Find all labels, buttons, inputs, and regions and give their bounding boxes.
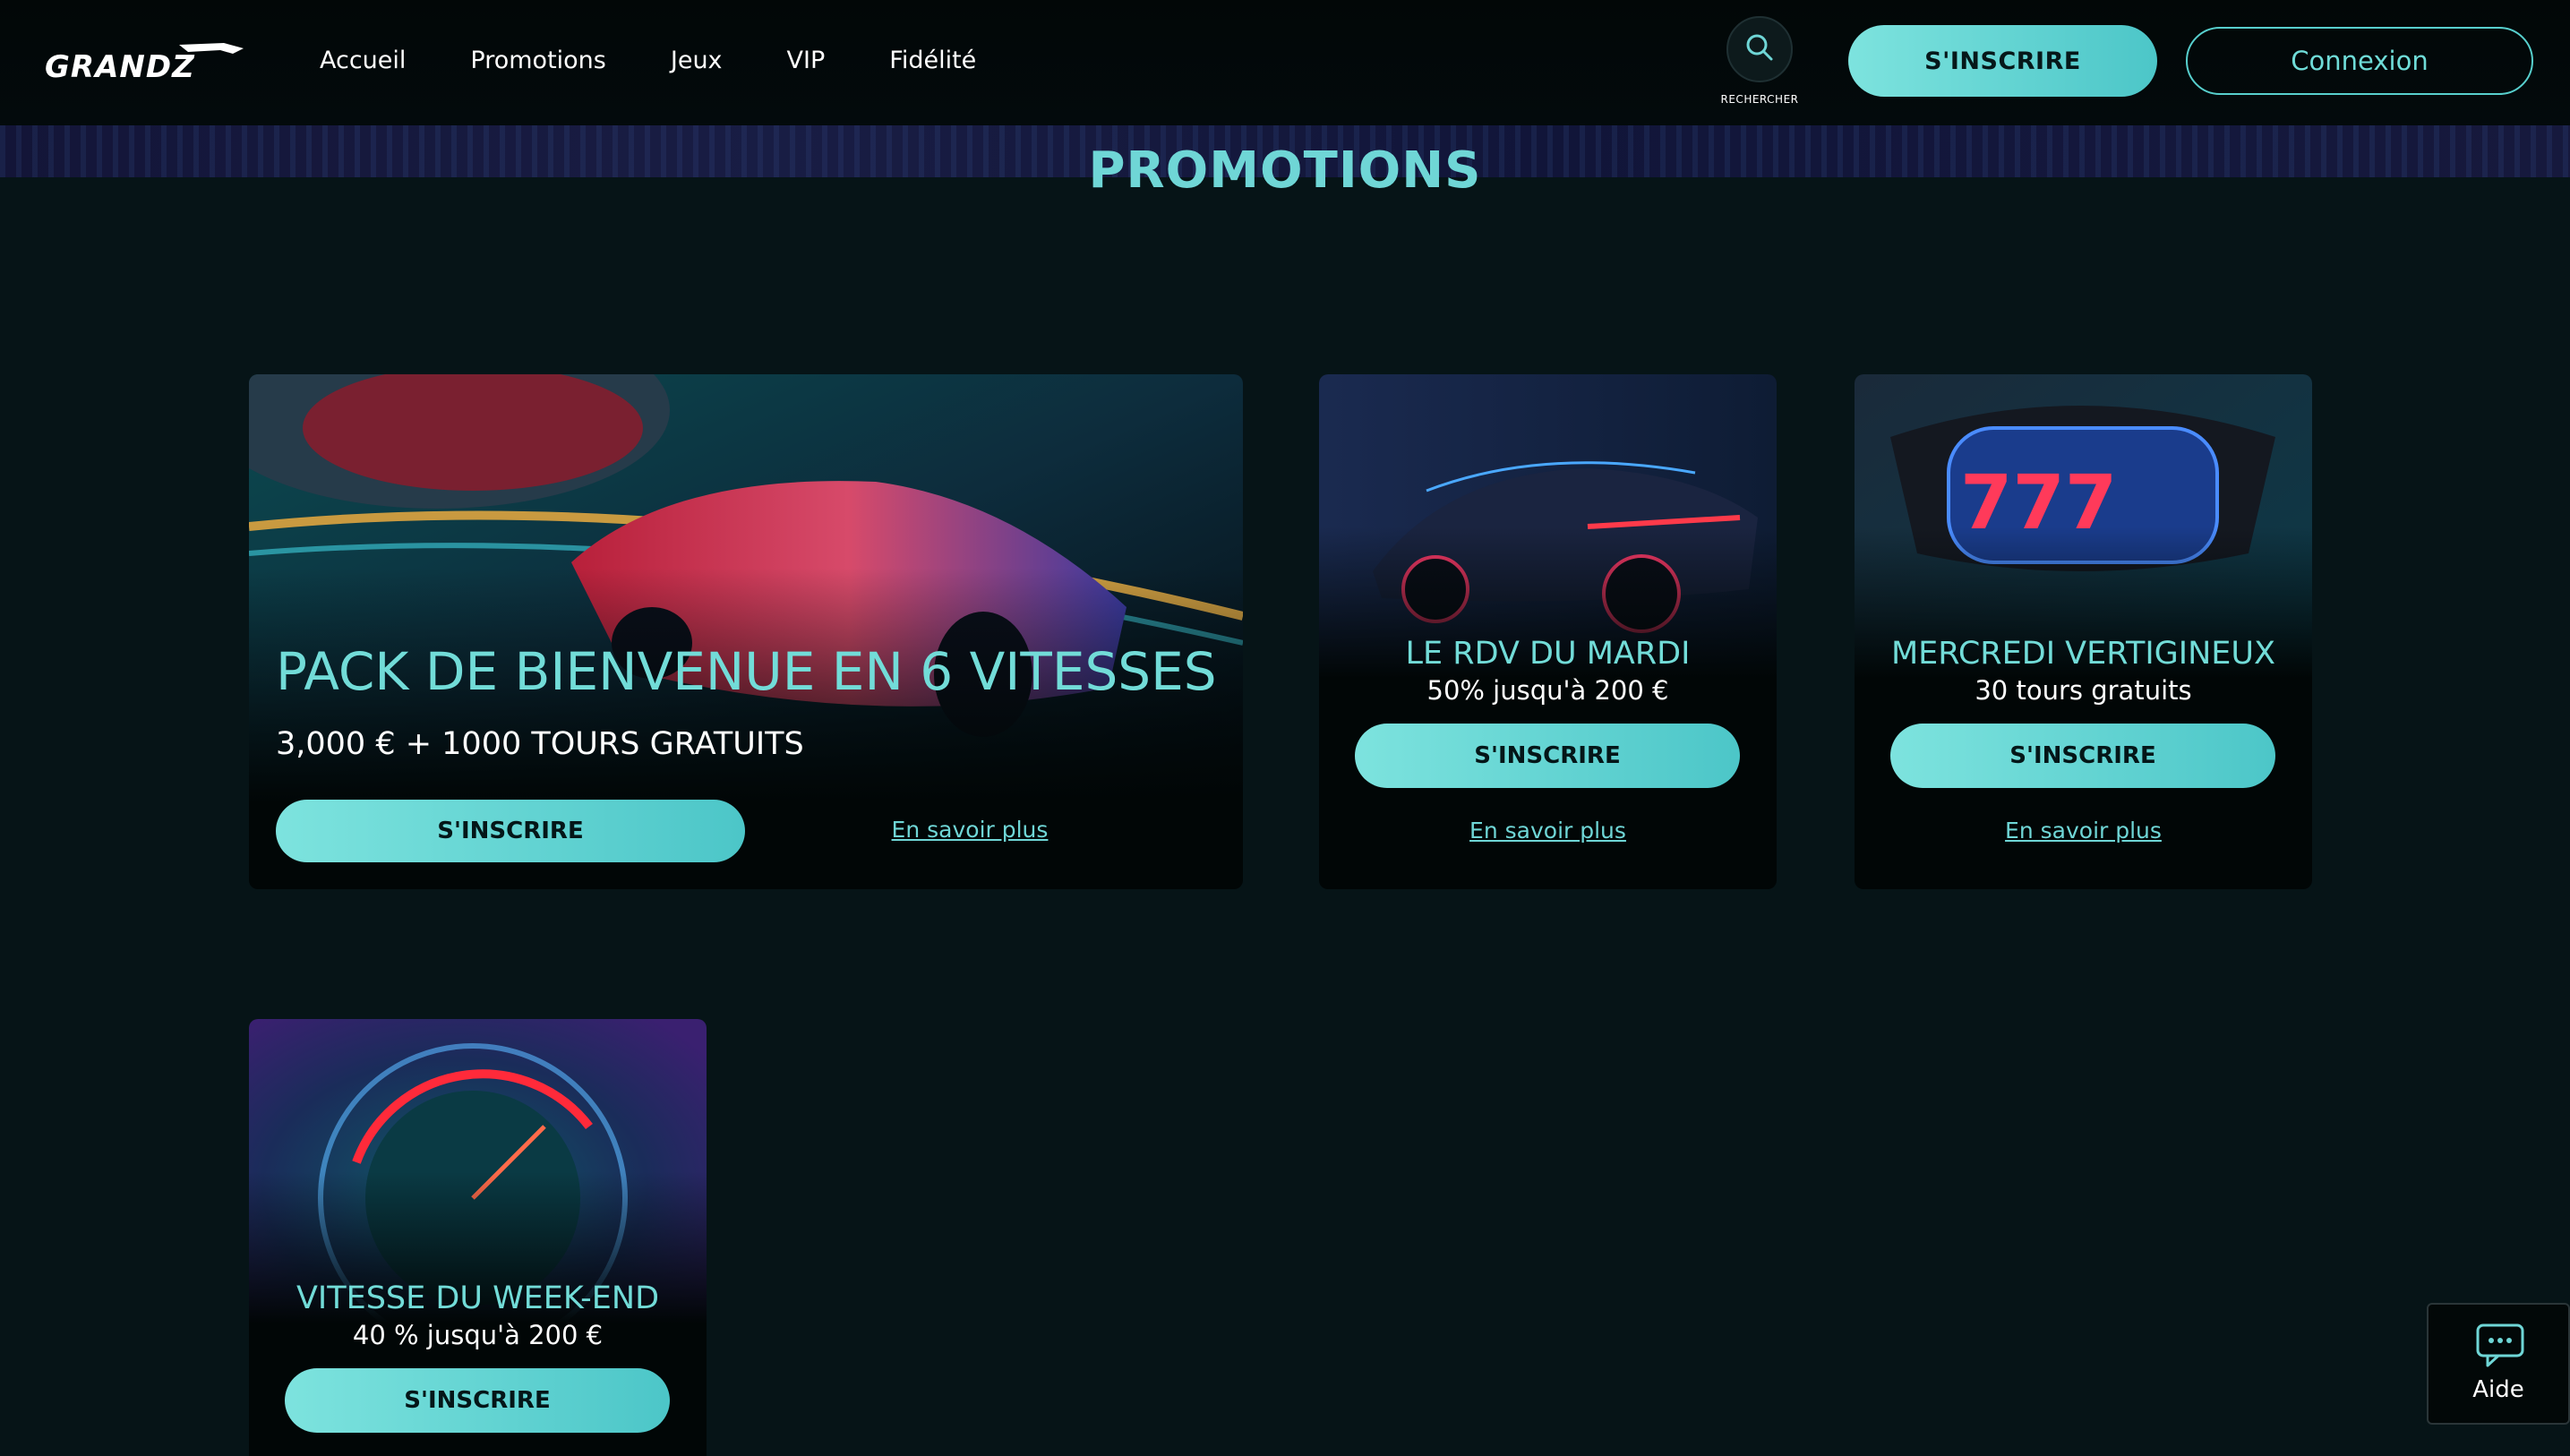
promo-title: LE RDV DU MARDI [1405, 636, 1691, 672]
promo-learn-more-link[interactable]: En savoir plus [1855, 818, 2312, 844]
promo-signup-button[interactable]: S'INSCRIRE [1355, 724, 1740, 788]
nav-accueil[interactable]: Accueil [320, 43, 406, 79]
login-button[interactable]: Connexion [2186, 27, 2533, 95]
svg-text:GRANDZ: GRANDZ [45, 49, 195, 82]
promo-subtitle: 3,000 € + 1000 TOURS GRATUITS [276, 726, 804, 762]
signup-button[interactable]: S'INSCRIRE [1848, 25, 2157, 97]
nav-jeux[interactable]: Jeux [671, 43, 723, 79]
promo-image-supercar [1319, 374, 1777, 679]
promo-signup-button[interactable]: S'INSCRIRE [285, 1368, 670, 1433]
promo-subtitle: 30 tours gratuits [1975, 675, 2192, 706]
promo-card-weekend: VITESSE DU WEEK-END 40 % jusqu'à 200 € S… [249, 1019, 707, 1456]
promo-learn-more-link[interactable]: En savoir plus [840, 817, 1100, 843]
search-button[interactable] [1726, 16, 1793, 82]
promo-card-wednesday: 777 MERCREDI VERTIGINEUX 30 tours gratui… [1855, 374, 2312, 889]
promo-title: MERCREDI VERTIGINEUX [1890, 636, 2276, 672]
promo-subtitle: 40 % jusqu'à 200 € [352, 1320, 604, 1350]
promo-title: PACK DE BIENVENUE EN 6 VITESSES [276, 641, 1217, 702]
page-title: PROMOTIONS [1088, 141, 1482, 200]
help-label: Aide [2472, 1376, 2524, 1403]
nav-fidelite[interactable]: Fidélité [889, 43, 976, 79]
nav-promotions[interactable]: Promotions [470, 43, 605, 79]
nav-vip[interactable]: VIP [787, 43, 826, 79]
promo-card-welcome: PACK DE BIENVENUE EN 6 VITESSES 3,000 € … [249, 374, 1243, 889]
promo-card-tuesday: LE RDV DU MARDI 50% jusqu'à 200 € S'INSC… [1319, 374, 1777, 889]
help-widget[interactable]: Aide [2427, 1303, 2570, 1425]
main-nav: Accueil Promotions Jeux VIP Fidélité [320, 43, 1041, 79]
search-control[interactable]: RECHERCHER [1718, 16, 1802, 106]
top-header: GRANDZ Accueil Promotions Jeux VIP Fidél… [0, 0, 2570, 125]
promo-signup-button[interactable]: S'INSCRIRE [276, 800, 745, 862]
search-label: RECHERCHER [1720, 93, 1799, 106]
promo-image-speedometer [249, 1019, 707, 1353]
grandz-logo[interactable]: GRANDZ [45, 41, 246, 85]
promo-title: VITESSE DU WEEK-END [296, 1280, 660, 1316]
chat-icon [2475, 1323, 2525, 1373]
search-icon [1744, 32, 1775, 66]
promo-learn-more-link[interactable]: En savoir plus [1319, 818, 1777, 844]
promo-subtitle: 50% jusqu'à 200 € [1426, 675, 1669, 706]
promo-signup-button[interactable]: S'INSCRIRE [1890, 724, 2275, 788]
promo-image-slot-777: 777 [1855, 374, 2312, 679]
